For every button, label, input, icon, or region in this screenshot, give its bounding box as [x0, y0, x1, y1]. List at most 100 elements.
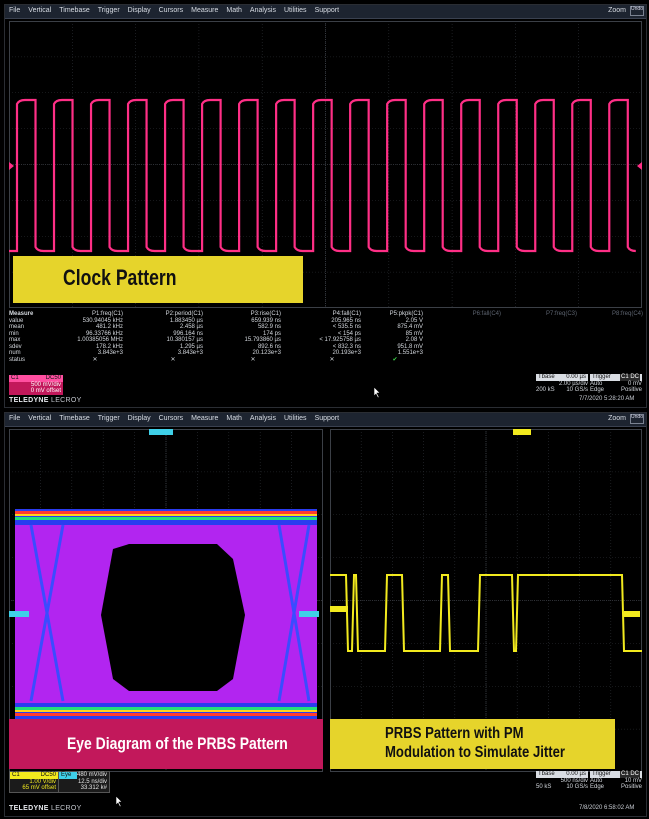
measure-column-p6[interactable]: P6:fall(C4)	[445, 311, 501, 363]
timestamp: 7/8/2020 6:58:02 AM	[579, 805, 635, 811]
brand-name-2: LECROY	[51, 805, 82, 812]
channel-name: C1	[12, 772, 20, 778]
undo-button[interactable]: Undo	[630, 6, 644, 16]
status-icon: ✕	[250, 356, 256, 363]
timebase-samples: 200 kS	[536, 387, 555, 393]
measure-header-label: Measure	[9, 311, 34, 317]
eye-right-marker-icon	[299, 611, 319, 617]
timebase-delay: 0.00 µs	[566, 771, 586, 777]
menu-support[interactable]: Support	[315, 415, 340, 422]
eye-bottom-warm	[15, 710, 317, 712]
menu-display[interactable]: Display	[128, 7, 151, 14]
trigger-descriptor[interactable]: Trigger C1 DC Auto 10 mV Edge Positive	[590, 771, 642, 791]
status-icon: ✔	[392, 356, 398, 363]
menu-math[interactable]: Math	[226, 415, 242, 422]
top-scope-window: File Vertical Timebase Trigger Display C…	[4, 4, 647, 408]
eye-left-marker-icon	[9, 611, 29, 617]
menu-utilities[interactable]: Utilities	[284, 7, 307, 14]
clock-pattern-banner: Clock Pattern	[13, 256, 303, 303]
bottom-scope-window: File Vertical Timebase Trigger Display C…	[4, 412, 647, 817]
menu-timebase[interactable]: Timebase	[59, 415, 89, 422]
brand-name-2: LECROY	[51, 397, 82, 404]
measure-column-p3[interactable]: P3:rise(C1) 659.939 ns 582.9 ns 174 ps 15.79…	[225, 311, 282, 363]
menu-items: File Vertical Timebase Trigger Display C…	[9, 7, 339, 14]
zoom-button[interactable]: Zoom	[608, 7, 626, 14]
menu-measure[interactable]: Measure	[191, 415, 218, 422]
status-icon: ✕	[92, 356, 98, 363]
prbs-left-marker-icon	[330, 606, 348, 612]
measure-column-p7[interactable]: P7:freq(C3)	[517, 311, 577, 363]
prbs-right-marker-icon	[624, 611, 640, 617]
eye-opening	[101, 544, 245, 691]
menu-support[interactable]: Support	[315, 7, 340, 14]
mouse-pointer-icon	[115, 796, 123, 808]
measure-column-p4[interactable]: P4:fall(C1) 205.965 ns < 535.5 ns < 154 ps <…	[303, 311, 361, 363]
status-icon	[445, 357, 501, 364]
menu-analysis[interactable]: Analysis	[250, 7, 276, 14]
channel-offset: 65 mV offset	[22, 785, 56, 791]
eye-diagram-banner: Eye Diagram of the PRBS Pattern	[9, 719, 323, 769]
teledyne-lecroy-logo: TELEDYNE LECROY	[9, 397, 82, 404]
menu-analysis[interactable]: Analysis	[250, 415, 276, 422]
eye-top-marker-icon	[149, 429, 173, 435]
status-icon	[585, 357, 643, 364]
status-icon: ✕	[170, 356, 176, 363]
timebase-descriptor[interactable]: Tbase 0.00 µs 500 ns/div 50 kS 10 GS/s	[536, 771, 588, 791]
eye-top-warm	[15, 514, 317, 516]
eye-top-hot	[15, 511, 317, 514]
channel-level-marker-icon	[9, 162, 14, 170]
menu-trigger[interactable]: Trigger	[98, 7, 120, 14]
menu-vertical[interactable]: Vertical	[28, 7, 51, 14]
menu-bar: File Vertical Timebase Trigger Display C…	[5, 413, 646, 427]
measurement-row-labels: Measure value mean min max sdev num stat…	[9, 311, 33, 363]
eye-top-green	[15, 517, 317, 520]
menu-file[interactable]: File	[9, 7, 20, 14]
eye-count: 33.312 k#	[80, 785, 107, 791]
mouse-pointer-icon	[373, 387, 381, 399]
menu-timebase[interactable]: Timebase	[59, 7, 89, 14]
channel-c1-descriptor[interactable]: C1 DC50 1.00 V/div 65 mV offset	[9, 771, 59, 793]
channel-c1-descriptor[interactable]: C1 DC50 500 mV/div 0 mV offset	[9, 375, 63, 395]
menu-cursors[interactable]: Cursors	[159, 415, 184, 422]
eye-diagram-title: Eye Diagram of the PRBS Pattern	[67, 734, 288, 753]
menu-items: File Vertical Timebase Trigger Display C…	[9, 415, 339, 422]
clock-pattern-title: Clock Pattern	[63, 265, 177, 290]
menu-file[interactable]: File	[9, 415, 20, 422]
menu-display[interactable]: Display	[128, 415, 151, 422]
row-label-status: status	[9, 356, 26, 363]
trigger-slope: Positive	[620, 784, 642, 790]
trigger-type: Edge	[590, 387, 605, 393]
menu-utilities[interactable]: Utilities	[284, 415, 307, 422]
channel-offset: 0 mV offset	[30, 388, 61, 394]
teledyne-lecroy-logo: TELEDYNE LECROY	[9, 805, 82, 812]
trigger-type: Edge	[590, 784, 605, 790]
eye-descriptor[interactable]: Eye 480 mV/div 12.5 ns/div 33.312 k#	[58, 771, 110, 793]
trigger-level-marker-icon	[637, 162, 642, 170]
measure-column-p5[interactable]: P5:pkpk(C1) 2.05 V 875.4 mV 85 mV 2.08 V 951.…	[367, 311, 423, 363]
menu-cursors[interactable]: Cursors	[159, 7, 184, 14]
channel-coupling: DC50	[40, 772, 56, 778]
status-icon	[517, 357, 577, 364]
menu-measure[interactable]: Measure	[191, 7, 218, 14]
menu-vertical[interactable]: Vertical	[28, 415, 51, 422]
eye-bottom-hot	[15, 713, 317, 716]
timebase-samples: 50 kS	[536, 784, 552, 790]
zoom-button[interactable]: Zoom	[608, 415, 626, 422]
menu-bar: File Vertical Timebase Trigger Display C…	[5, 5, 646, 19]
timebase-label: Tbase	[538, 374, 555, 380]
menu-math[interactable]: Math	[226, 7, 242, 14]
timebase-delay: 0.00 µs	[566, 374, 586, 380]
measure-column-p1[interactable]: P1:freq(C1) 530.94045 kHz 481.2 kHz 96.3376…	[67, 311, 123, 363]
menu-trigger[interactable]: Trigger	[98, 415, 120, 422]
timebase-descriptor[interactable]: Tbase 0.00 µs 2.00 µs/div 200 kS 10 GS/s	[536, 374, 588, 394]
measure-column-p8[interactable]: P8:freq(C4)	[585, 311, 643, 363]
trigger-descriptor[interactable]: Trigger C1 DC Auto 0 mV Edge Positive	[590, 374, 642, 394]
measurement-table: Measure value mean min max sdev num stat…	[5, 311, 646, 374]
brand-name: TELEDYNE	[9, 805, 49, 812]
measure-column-p2[interactable]: P2:period(C1) 1.883450 µs 2.458 µs 996.164 …	[143, 311, 203, 363]
undo-button[interactable]: Undo	[630, 414, 644, 424]
prbs-title-line1: PRBS Pattern with PM	[385, 725, 524, 742]
prbs-top-marker-icon	[513, 429, 531, 435]
channel-name: C1	[11, 375, 19, 381]
prbs-banner: PRBS Pattern with PM Modulation to Simul…	[330, 719, 615, 769]
